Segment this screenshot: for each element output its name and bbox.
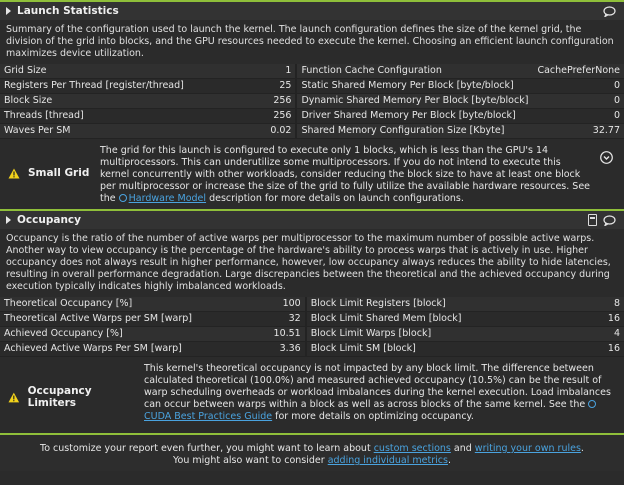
- table-row: Theoretical Occupancy [%] 100 Block Limit …: [0, 297, 624, 312]
- metric-value: 256: [231, 93, 298, 109]
- table-row: Waves Per SM 0.02 Shared Memory Configurat…: [0, 123, 624, 139]
- metric-name: Function Cache Configuration: [295, 64, 534, 79]
- metric-name: Dynamic Shared Memory Per Block [byte/bl…: [295, 93, 534, 109]
- occupancy-limiters-rule: Occupancy Limiters This kernel's theoret…: [0, 357, 624, 427]
- metric-name: Grid Size: [0, 64, 232, 79]
- metric-name: Theoretical Occupancy [%]: [0, 297, 238, 312]
- section-description: Summary of the configuration used to lau…: [6, 24, 614, 59]
- section-title: Launch Statistics: [17, 5, 119, 17]
- metric-name: Threads [thread]: [0, 108, 232, 124]
- metric-value: 1: [231, 64, 298, 79]
- calculator-icon[interactable]: [588, 214, 597, 226]
- metric-name: Block Limit Registers [block]: [304, 297, 543, 312]
- footer-text: To customize your report even further, y…: [40, 443, 374, 454]
- cuda-best-practices-link[interactable]: CUDA Best Practices Guide: [144, 411, 272, 422]
- rule-name: Occupancy Limiters: [27, 385, 92, 409]
- metric-value: 0.02: [231, 123, 298, 139]
- table-row: Grid Size 1 Function Cache Configuration Ca…: [0, 64, 624, 79]
- table-row: Theoretical Active Warps per SM [warp] 32…: [0, 311, 624, 327]
- metric-name: Block Size: [0, 93, 232, 109]
- launch-statistics-header[interactable]: Launch Statistics: [0, 0, 624, 20]
- metric-name: Block Limit Shared Mem [block]: [304, 311, 543, 327]
- table-row: Achieved Active Warps Per SM [warp] 3.36 B…: [0, 341, 624, 357]
- chat-bubble-icon[interactable]: [603, 5, 616, 17]
- metric-name: Block Limit Warps [block]: [304, 326, 543, 342]
- metric-value: 0: [533, 78, 624, 94]
- custom-sections-link[interactable]: custom sections: [374, 443, 451, 454]
- metric-value: 3.36: [237, 341, 307, 357]
- chat-bubble-icon[interactable]: [603, 214, 616, 226]
- metric-name: Driver Shared Memory Per Block [byte/blo…: [295, 108, 534, 124]
- rule-text-end: for more details on optimizing occupancy…: [272, 411, 474, 422]
- metric-name: Achieved Occupancy [%]: [0, 326, 238, 342]
- metric-value: 10.51: [237, 326, 307, 342]
- footer-text: and: [450, 443, 475, 454]
- rule-text-end: description for more details on launch c…: [206, 193, 464, 204]
- metric-value: 100: [237, 297, 307, 312]
- section-description: Occupancy is the ratio of the number of …: [6, 233, 611, 292]
- metric-value: 32: [237, 311, 307, 327]
- occupancy-header[interactable]: Occupancy: [0, 209, 624, 229]
- footer-line-2: You might also want to consider adding i…: [0, 455, 624, 467]
- small-grid-rule: Small Grid The grid for this launch is c…: [0, 139, 624, 209]
- metric-value: 32.77: [533, 123, 624, 139]
- report-footer: To customize your report even further, y…: [0, 433, 624, 471]
- warning-icon: [8, 392, 20, 402]
- metric-name: Shared Memory Configuration Size [Kbyte]: [295, 123, 534, 139]
- hardware-model-link[interactable]: Hardware Model: [129, 193, 206, 204]
- table-row: Threads [thread] 256 Driver Shared Memory …: [0, 108, 624, 124]
- table-row: Registers Per Thread [register/thread] 25…: [0, 78, 624, 94]
- globe-icon: [118, 194, 127, 202]
- collapse-triangle-icon[interactable]: [6, 216, 11, 224]
- expand-chevron-icon[interactable]: [600, 151, 613, 164]
- footer-text: .: [447, 455, 451, 466]
- writing-rules-link[interactable]: writing your own rules: [475, 443, 581, 454]
- metric-name: Theoretical Active Warps per SM [warp]: [0, 311, 238, 327]
- section-title: Occupancy: [17, 214, 81, 226]
- metric-value: 16: [542, 341, 624, 357]
- rule-message: This kernel's theoretical occupancy is n…: [144, 363, 614, 423]
- rule-name: Small Grid: [28, 167, 90, 179]
- metric-name: Block Limit SM [block]: [304, 341, 543, 357]
- metric-value: 0: [533, 93, 624, 109]
- metric-value: CachePreferNone: [533, 64, 624, 79]
- occupancy-metrics-table: Theoretical Occupancy [%] 100 Block Limit …: [0, 297, 624, 357]
- metric-value: 8: [542, 297, 624, 312]
- occupancy-section: Occupancy Occupancy is the ratio of the …: [0, 209, 624, 427]
- metric-value: 25: [231, 78, 298, 94]
- launch-metrics-table: Grid Size 1 Function Cache Configuration Ca…: [0, 64, 624, 139]
- rule-text: This kernel's theoretical occupancy is n…: [144, 363, 611, 410]
- footer-text: .: [580, 443, 584, 454]
- metric-value: 16: [542, 311, 624, 327]
- metric-value: 0: [533, 108, 624, 124]
- footer-text: You might also want to consider: [173, 455, 328, 466]
- table-row: Achieved Occupancy [%] 10.51 Block Limit W…: [0, 326, 624, 342]
- metric-name: Achieved Active Warps Per SM [warp]: [0, 341, 238, 357]
- warning-icon: [8, 168, 20, 178]
- globe-icon: [588, 400, 597, 408]
- table-row: Block Size 256 Dynamic Shared Memory Per B…: [0, 93, 624, 109]
- adding-metrics-link[interactable]: adding individual metrics: [328, 455, 448, 466]
- metric-name: Static Shared Memory Per Block [byte/blo…: [295, 78, 534, 94]
- launch-statistics-section: Launch Statistics Summary of the configu…: [0, 0, 624, 209]
- collapse-triangle-icon[interactable]: [6, 7, 11, 15]
- metric-value: 4: [542, 326, 624, 342]
- footer-line-1: To customize your report even further, y…: [0, 443, 624, 455]
- metric-value: 256: [231, 108, 298, 124]
- rule-message: The grid for this launch is configured t…: [100, 145, 592, 205]
- metric-name: Registers Per Thread [register/thread]: [0, 78, 232, 94]
- metric-name: Waves Per SM: [0, 123, 232, 139]
